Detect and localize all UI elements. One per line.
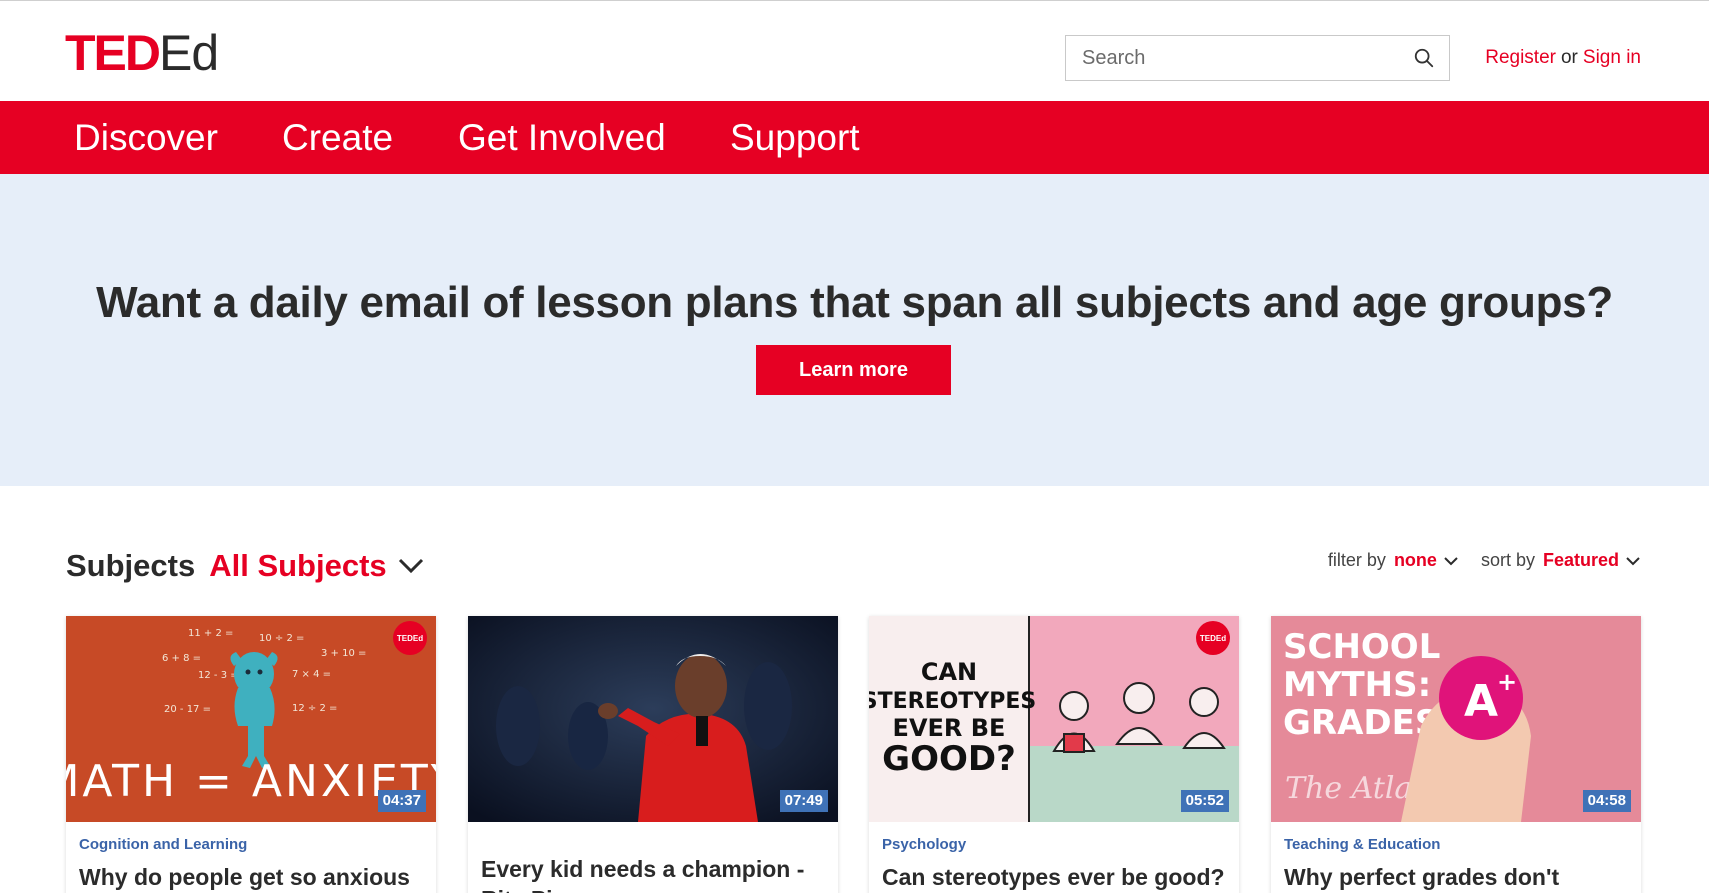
thumb-line-1: CAN bbox=[921, 658, 977, 686]
or-text: or bbox=[1560, 47, 1578, 68]
lesson-title[interactable]: Every kid needs a champion - Rita Pierso… bbox=[481, 854, 831, 893]
svg-text:11 + 2 =: 11 + 2 = bbox=[188, 628, 233, 639]
tedd-badge: TEDEd bbox=[1200, 634, 1226, 643]
auth-links: Register or Sign in bbox=[1485, 47, 1641, 69]
lesson-category[interactable]: Psychology bbox=[882, 836, 966, 853]
svg-text:12 ÷ 2 =: 12 ÷ 2 = bbox=[292, 703, 337, 714]
top-header: TED Ed RegisterorSign in bbox=[0, 0, 1709, 101]
sort-label: sort by bbox=[1480, 550, 1535, 570]
main-nav: Discover Create Get Involved Support bbox=[0, 101, 1709, 174]
thumb-line-1: SCHOOL bbox=[1283, 627, 1440, 667]
lesson-category[interactable]: Teaching & Education bbox=[1284, 836, 1440, 853]
logo-ted-text: TED bbox=[65, 25, 161, 81]
lesson-thumbnail[interactable]: 11 + 2 = 10 ÷ 2 = 6 + 8 = 3 + 10 = 12 - … bbox=[66, 616, 436, 822]
thumb-line-2: STEREOTYPES bbox=[869, 689, 1036, 714]
lesson-thumbnail[interactable]: 07:49 bbox=[468, 616, 838, 822]
ted-ed-logo[interactable]: TED Ed bbox=[65, 25, 219, 81]
search-icon[interactable] bbox=[1413, 47, 1435, 69]
logo-ed-text: Ed bbox=[159, 25, 219, 81]
nav-item-discover[interactable]: Discover bbox=[74, 115, 218, 161]
lesson-card[interactable]: 11 + 2 = 10 ÷ 2 = 6 + 8 = 3 + 10 = 12 - … bbox=[66, 616, 436, 893]
subjects-value[interactable]: All Subjects bbox=[209, 548, 386, 584]
lesson-title[interactable]: Why perfect grades don't bbox=[1284, 862, 1634, 892]
svg-text:7 × 4 =: 7 × 4 = bbox=[292, 669, 331, 680]
duration-badge: 07:49 bbox=[779, 790, 828, 812]
chevron-down-icon[interactable] bbox=[1443, 555, 1459, 567]
nav-item-support[interactable]: Support bbox=[730, 115, 860, 161]
register-link[interactable]: Register bbox=[1485, 47, 1556, 68]
svg-text:3 + 10 =: 3 + 10 = bbox=[321, 648, 366, 659]
hero-headline: Want a daily email of lesson plans that … bbox=[96, 278, 1613, 327]
chevron-down-icon[interactable] bbox=[397, 556, 425, 576]
thumb-line-3: GRADES bbox=[1283, 703, 1439, 743]
duration-badge: 04:58 bbox=[1582, 790, 1631, 812]
subjects-label: Subjects bbox=[66, 548, 196, 583]
svg-text:+: + bbox=[1497, 668, 1517, 696]
svg-text:6 + 8 =: 6 + 8 = bbox=[162, 653, 201, 664]
search-box bbox=[1065, 35, 1450, 81]
filter-sort-controls: filter by none sort by Featured bbox=[1328, 550, 1641, 571]
filter-label: filter by bbox=[1327, 550, 1386, 570]
thumb-line-2: MYTHS: bbox=[1283, 665, 1431, 705]
chevron-down-icon[interactable] bbox=[1625, 555, 1641, 567]
hero-banner: Want a daily email of lesson plans that … bbox=[0, 174, 1709, 486]
thumb-line-4: GOOD? bbox=[882, 739, 1016, 779]
lesson-card[interactable]: CAN STEREOTYPES EVER BE GOOD? TEDEd 05:5… bbox=[869, 616, 1239, 893]
tedd-badge: TEDEd bbox=[397, 634, 423, 643]
lesson-thumbnail[interactable]: CAN STEREOTYPES EVER BE GOOD? TEDEd 05:5… bbox=[869, 616, 1239, 822]
lesson-title[interactable]: Can stereotypes ever be good? bbox=[882, 862, 1232, 892]
search-input[interactable] bbox=[1066, 36, 1396, 80]
svg-text:10 ÷ 2 =: 10 ÷ 2 = bbox=[259, 633, 304, 644]
nav-item-get-involved[interactable]: Get Involved bbox=[458, 115, 666, 161]
learn-more-button[interactable]: Learn more bbox=[756, 345, 951, 395]
lesson-thumbnail[interactable]: SCHOOL MYTHS: GRADES The Atlantic A + 04… bbox=[1271, 616, 1641, 822]
duration-badge: 05:52 bbox=[1180, 790, 1229, 812]
filter-value[interactable]: none bbox=[1394, 550, 1437, 571]
duration-badge: 04:37 bbox=[377, 790, 426, 812]
svg-text:20 - 17 =: 20 - 17 = bbox=[164, 704, 211, 715]
lesson-title[interactable]: Why do people get so anxious bbox=[79, 862, 429, 892]
nav-item-create[interactable]: Create bbox=[282, 115, 393, 161]
lesson-card[interactable]: 07:49 Every kid needs a champion - Rita … bbox=[468, 616, 838, 893]
subjects-selector[interactable]: Subjects All Subjects bbox=[66, 546, 425, 586]
svg-text:12 - 3 =: 12 - 3 = bbox=[198, 670, 239, 681]
lesson-category[interactable]: Cognition and Learning bbox=[79, 836, 247, 853]
sort-value[interactable]: Featured bbox=[1543, 550, 1619, 571]
lesson-card[interactable]: SCHOOL MYTHS: GRADES The Atlantic A + 04… bbox=[1271, 616, 1641, 893]
svg-text:A: A bbox=[1464, 676, 1498, 727]
thumb-line-3: EVER BE bbox=[893, 714, 1006, 742]
signin-link[interactable]: Sign in bbox=[1583, 47, 1641, 68]
